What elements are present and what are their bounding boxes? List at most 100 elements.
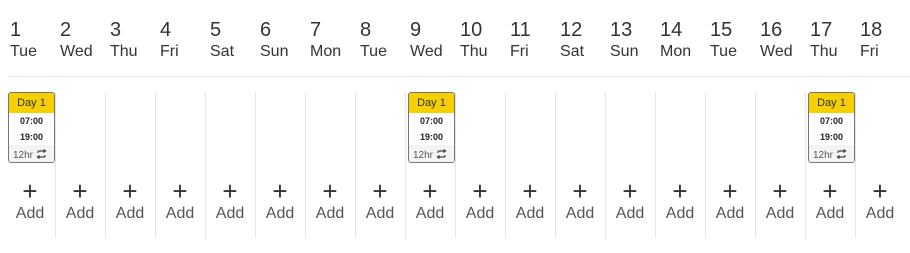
add-shift-button[interactable]: + Add [155, 178, 205, 225]
add-shift-button[interactable]: + Add [55, 176, 105, 225]
day-header: 15 Tue [710, 18, 760, 62]
plus-icon: + [22, 176, 38, 206]
add-shift-button[interactable]: + Add [505, 178, 555, 225]
day-number: 14 [660, 19, 683, 41]
shift-start-time: 07:00 [9, 113, 54, 129]
add-shift-button[interactable]: + Add [205, 176, 255, 225]
day-name: Thu [460, 43, 488, 60]
shift-start-time: 07:00 [809, 113, 854, 129]
day-number: 15 [710, 19, 733, 41]
add-shift-button[interactable]: + Add [105, 176, 155, 225]
add-shift-button[interactable]: + Add [605, 178, 655, 225]
day-name: Sun [260, 43, 289, 60]
day-number: 17 [810, 19, 833, 41]
add-shift-button[interactable]: + Add [305, 176, 355, 225]
shift-card[interactable]: Day 1 07:00 19:00 12hr [808, 92, 855, 163]
day-header: 6 Sun [260, 18, 310, 62]
add-label: Add [565, 205, 595, 222]
add-shift-button[interactable]: + Add [255, 178, 305, 225]
day-name: Fri [510, 43, 529, 60]
day-name: Tue [710, 43, 737, 60]
shift-start-time: 07:00 [409, 113, 454, 129]
add-label: Add [715, 205, 745, 222]
plus-icon: + [672, 176, 688, 206]
day-name: Tue [360, 43, 387, 60]
add-shift-button[interactable]: + Add [855, 176, 905, 225]
day-name: Sat [560, 43, 585, 60]
header-divider [8, 76, 910, 77]
shift-card[interactable]: Day 1 07:00 19:00 12hr [8, 92, 55, 163]
day-header: 13 Sun [610, 18, 660, 62]
shift-title: Day 1 [809, 93, 854, 113]
day-number: 18 [860, 19, 883, 41]
shift-card[interactable]: Day 1 07:00 19:00 12hr [408, 92, 455, 163]
add-label: Add [15, 205, 45, 222]
add-label: Add [815, 205, 845, 222]
add-label: Add [865, 205, 895, 222]
plus-icon: + [722, 176, 738, 206]
day-number: 4 [160, 19, 172, 41]
plus-icon: + [322, 176, 338, 206]
plus-icon: + [822, 176, 838, 206]
day-header: 5 Sat [210, 18, 260, 62]
day-name: Thu [110, 43, 138, 60]
day-header: 8 Tue [360, 18, 410, 62]
day-header: 16 Wed [760, 18, 810, 62]
day-header: 9 Wed [410, 18, 460, 62]
add-shift-button[interactable]: + Add [555, 176, 605, 225]
day-name: Mon [660, 43, 692, 60]
day-name: Fri [160, 43, 179, 60]
day-header: 4 Fri [160, 18, 210, 62]
add-label: Add [115, 205, 145, 222]
repeat-icon [436, 147, 447, 161]
plus-icon: + [72, 176, 88, 206]
shift-footer: 12hr [409, 145, 454, 162]
repeat-icon [836, 147, 847, 161]
day-header: 11 Fri [510, 18, 560, 62]
day-header: 12 Sat [560, 18, 610, 62]
add-label: Add [165, 205, 195, 222]
day-header: 18 Fri [860, 18, 910, 62]
add-shift-button[interactable]: + Add [405, 178, 455, 225]
add-shift-button[interactable]: + Add [455, 178, 505, 225]
day-header: 1 Tue [10, 18, 60, 62]
add-shift-button[interactable]: + Add [755, 178, 805, 225]
shift-duration: 12hr [813, 150, 834, 161]
add-shift-button[interactable]: + Add [655, 176, 705, 225]
shift-duration: 12hr [413, 150, 434, 161]
plus-icon: + [572, 176, 588, 206]
day-name: Wed [410, 43, 443, 60]
day-number: 1 [10, 19, 22, 41]
plus-icon: + [122, 176, 138, 206]
add-shift-button[interactable]: + Add [805, 176, 855, 225]
add-label: Add [615, 205, 645, 222]
plus-icon: + [222, 176, 238, 206]
day-number: 2 [60, 19, 72, 41]
add-label: Add [215, 205, 245, 222]
day-name: Fri [860, 43, 879, 60]
day-header: 7 Mon [310, 18, 360, 62]
day-name: Mon [310, 43, 342, 60]
add-shift-button[interactable]: + Add [705, 176, 755, 225]
shift-end-time: 19:00 [809, 129, 854, 145]
day-header: 14 Mon [660, 18, 710, 62]
add-label: Add [465, 205, 495, 222]
add-shift-button[interactable]: + Add [355, 178, 405, 225]
day-number: 7 [310, 19, 322, 41]
day-number: 8 [360, 19, 372, 41]
day-number: 13 [610, 19, 633, 41]
add-label: Add [65, 205, 95, 222]
add-label: Add [415, 205, 445, 222]
plus-icon: + [872, 176, 888, 206]
day-number: 11 [510, 19, 531, 41]
day-name: Sat [210, 43, 235, 60]
day-header: 2 Wed [60, 18, 110, 62]
shift-footer: 12hr [9, 145, 54, 162]
day-name: Thu [810, 43, 838, 60]
day-name: Sun [610, 43, 639, 60]
shift-end-time: 19:00 [9, 129, 54, 145]
day-name: Wed [60, 43, 93, 60]
add-label: Add [665, 205, 695, 222]
add-shift-button[interactable]: + Add [5, 176, 55, 225]
add-label: Add [765, 205, 795, 222]
